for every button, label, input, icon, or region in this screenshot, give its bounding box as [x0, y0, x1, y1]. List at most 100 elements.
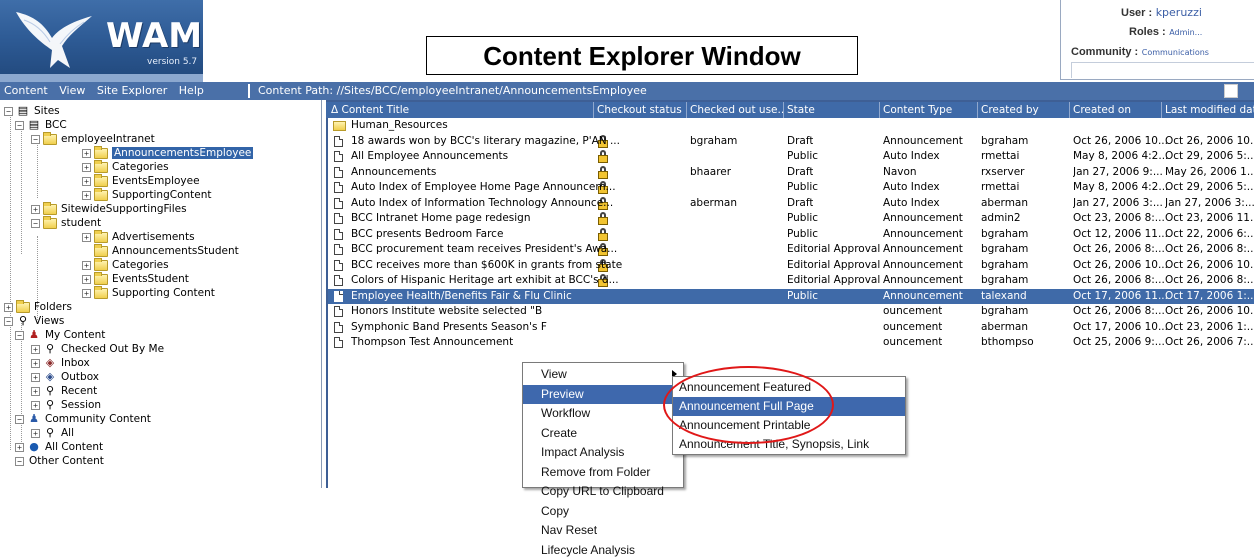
expand-icon[interactable]: +: [82, 274, 91, 284]
column-header-state[interactable]: State: [784, 102, 880, 118]
version-text: version 5.7: [147, 57, 198, 67]
context-menu-item-create[interactable]: Create: [523, 424, 683, 443]
context-menu-item-view[interactable]: View: [523, 365, 683, 384]
tree-item-inbox[interactable]: + ◈ Inbox: [31, 356, 90, 370]
menu-item-label: Workflow: [541, 406, 591, 420]
collapse-icon[interactable]: −: [4, 106, 13, 116]
tree-item-supporting-content[interactable]: + SupportingContent: [82, 187, 212, 202]
expand-icon[interactable]: +: [82, 176, 91, 186]
tree-item-my-content[interactable]: − ♟ My Content: [15, 328, 105, 342]
expand-icon[interactable]: +: [31, 358, 40, 368]
table-row[interactable]: Colors of Hispanic Heritage art exhibit …: [328, 273, 1254, 289]
tree-item-announcements-employee[interactable]: + AnnouncementsEmployee: [82, 145, 254, 160]
context-menu-item-nav-reset[interactable]: Nav Reset: [523, 521, 683, 540]
expand-icon[interactable]: +: [31, 344, 40, 354]
collapse-icon[interactable]: −: [15, 414, 24, 424]
context-menu-item-workflow[interactable]: Workflow: [523, 404, 683, 423]
document-icon: [334, 275, 343, 286]
expand-icon[interactable]: +: [82, 260, 91, 270]
column-header-created-by[interactable]: Created by: [978, 102, 1070, 118]
table-row[interactable]: All Employee Announcements Public Auto Ind…: [328, 149, 1254, 165]
collapse-icon[interactable]: −: [4, 316, 13, 326]
refresh-icon[interactable]: [1224, 84, 1238, 98]
table-row-folder[interactable]: Human_Resources: [328, 118, 1254, 134]
tree-item-employee-intranet[interactable]: − employeeIntranet: [31, 131, 155, 146]
context-menu-item-remove-from-folder[interactable]: Remove from Folder: [523, 463, 683, 482]
tree-item-events-student[interactable]: + EventsStudent: [82, 271, 189, 286]
expand-icon[interactable]: +: [31, 372, 40, 382]
tree-item-session[interactable]: + ⚲ Session: [31, 398, 101, 412]
table-row[interactable]: Honors Institute website selected "B ounc…: [328, 304, 1254, 320]
expand-icon[interactable]: +: [15, 442, 24, 452]
context-menu-item-preview[interactable]: Preview: [523, 384, 683, 404]
collapse-icon[interactable]: −: [31, 134, 40, 144]
user-value[interactable]: kperuzzi: [1156, 6, 1202, 19]
context-menu-item-copy[interactable]: Copy: [523, 502, 683, 521]
table-row[interactable]: 18 awards won by BCC's literary magazine…: [328, 134, 1254, 150]
column-header-last-modified[interactable]: Last modified date: [1162, 102, 1254, 118]
window-title: Content Explorer Window: [483, 41, 801, 71]
tree-item-events-employee[interactable]: + EventsEmployee: [82, 173, 200, 188]
tree-item-recent[interactable]: + ⚲ Recent: [31, 384, 97, 398]
collapse-icon[interactable]: −: [31, 218, 40, 228]
tree-item-views[interactable]: − ⚲ Views: [4, 314, 64, 328]
table-row[interactable]: Symphonic Band Presents Season's F ouncem…: [328, 320, 1254, 336]
menu-view[interactable]: View: [59, 84, 85, 97]
tree-item-sitewide[interactable]: + SitewideSupportingFiles: [31, 201, 187, 216]
community-value[interactable]: Communications: [1142, 48, 1209, 57]
column-header-checkout[interactable]: Checkout status: [594, 102, 687, 118]
tree-item-checked-out[interactable]: + ⚲ Checked Out By Me: [31, 342, 164, 356]
tree-item-supporting-content-student[interactable]: + Supporting Content: [82, 285, 215, 300]
table-row[interactable]: Employee Health/Benefits Fair & Flu Clin…: [328, 288, 1254, 304]
table-row[interactable]: BCC presents Bedroom Farce Public Announce…: [328, 227, 1254, 243]
expand-icon[interactable]: +: [82, 288, 91, 298]
table-row[interactable]: BCC Intranet Home page redesign Public Ann…: [328, 211, 1254, 227]
table-row[interactable]: Auto Index of Employee Home Page Announc…: [328, 180, 1254, 196]
content-path: Content Path: //Sites/BCC/employeeIntran…: [258, 84, 647, 97]
tree-item-community-content[interactable]: − ♟ Community Content: [15, 412, 151, 426]
expand-icon[interactable]: +: [82, 148, 91, 158]
tree-item-sites[interactable]: − ▤ Sites: [4, 104, 60, 118]
tree-item-outbox[interactable]: + ◈ Outbox: [31, 370, 99, 384]
expand-icon[interactable]: +: [82, 232, 91, 242]
collapse-icon[interactable]: −: [15, 120, 24, 130]
context-menu-item-copy-url-to-clipboard[interactable]: Copy URL to Clipboard: [523, 482, 683, 501]
column-header-checked-out-user[interactable]: Checked out use...: [687, 102, 784, 118]
menu-site-explorer[interactable]: Site Explorer: [97, 84, 167, 97]
collapse-icon[interactable]: −: [15, 456, 24, 466]
column-header-created-on[interactable]: Created on: [1070, 102, 1162, 118]
context-menu-item-lifecycle-analysis[interactable]: Lifecycle Analysis: [523, 541, 683, 560]
tree-item-student[interactable]: − student: [31, 215, 101, 230]
context-menu-item-impact-analysis[interactable]: Impact Analysis: [523, 443, 683, 462]
menu-help[interactable]: Help: [179, 84, 204, 97]
column-header-content-type[interactable]: Content Type: [880, 102, 978, 118]
expand-icon[interactable]: +: [31, 400, 40, 410]
tree-item-other-content[interactable]: − Other Content: [15, 454, 104, 468]
tree-item-folders[interactable]: + Folders: [4, 299, 72, 314]
cell-state: Public: [787, 181, 819, 193]
roles-value[interactable]: Admin...: [1169, 28, 1202, 37]
collapse-icon[interactable]: −: [15, 330, 24, 340]
expand-icon[interactable]: +: [82, 190, 91, 200]
table-row[interactable]: Auto Index of Information Technology Ann…: [328, 196, 1254, 212]
expand-icon[interactable]: +: [31, 386, 40, 396]
tree-item-categories[interactable]: + Categories: [82, 159, 169, 174]
expand-icon[interactable]: +: [4, 302, 13, 312]
table-row[interactable]: Announcements bhaarer Draft Navon rxserver Ja…: [328, 165, 1254, 181]
cell-last-modified: Oct 23, 2006 1:...: [1165, 320, 1254, 333]
tree-item-all[interactable]: + ⚲ All: [31, 426, 74, 440]
table-row[interactable]: BCC receives more than $600K in grants f…: [328, 258, 1254, 274]
table-row[interactable]: BCC procurement team receives President'…: [328, 242, 1254, 258]
expand-icon[interactable]: +: [31, 204, 40, 214]
column-header-title[interactable]: Δ Content Title: [328, 102, 594, 118]
tree-item-categories-student[interactable]: + Categories: [82, 257, 169, 272]
expand-icon[interactable]: +: [82, 162, 91, 172]
tree-item-all-content[interactable]: + ● All Content: [15, 440, 103, 454]
cell-content-type: Announcement: [883, 227, 963, 240]
menu-content[interactable]: Content: [4, 84, 48, 97]
tree-item-announcements-student[interactable]: AnnouncementsStudent: [94, 243, 239, 258]
tree-item-advertisements[interactable]: + Advertisements: [82, 229, 195, 244]
table-row[interactable]: Thompson Test Announcement ouncement bthom…: [328, 335, 1254, 351]
tree-item-bcc[interactable]: − ▤ BCC: [15, 118, 67, 132]
expand-icon[interactable]: +: [31, 428, 40, 438]
